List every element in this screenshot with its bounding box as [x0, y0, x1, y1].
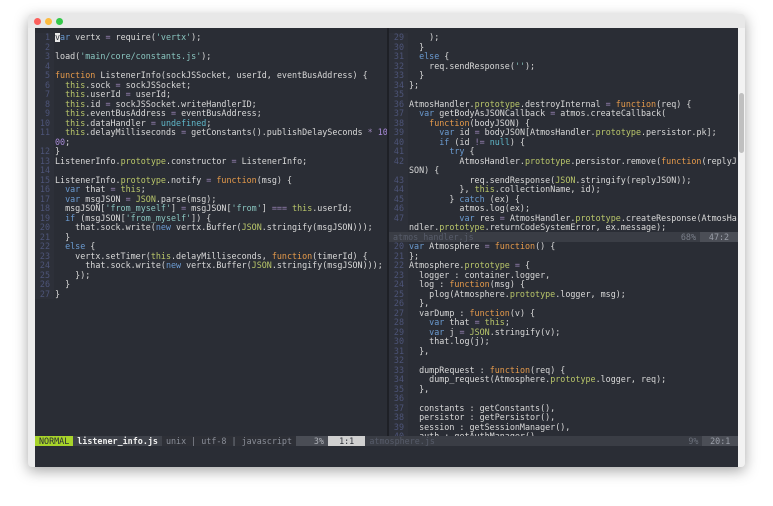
right-top-pane-atmos-handler[interactable]: 29 ); 30 } 31 else {32 req.sendResponse(''…	[389, 33, 738, 232]
file-percent: 3%	[296, 436, 328, 446]
mode-indicator: NORMAL	[35, 436, 74, 446]
code-line: 27}	[35, 288, 387, 299]
atmos-handler-filename: atmos_handler.js	[393, 232, 474, 242]
code-line: 20 that.sock.write(new vertx.Buffer(JSON…	[35, 222, 387, 233]
code-line: 00;	[35, 137, 387, 147]
close-button[interactable]	[34, 18, 41, 25]
zoom-button[interactable]	[56, 18, 63, 25]
line-number: 47	[389, 213, 408, 223]
code-line: 11 this.delayMilliseconds = getConstants…	[35, 127, 387, 138]
code-line: 33 }	[389, 70, 738, 81]
code-text: var Atmosphere = function() {	[409, 242, 556, 251]
atmosphere-filename: atmosphere.js	[365, 436, 685, 446]
code-text: },	[409, 345, 430, 356]
right-bottom-pane-atmosphere[interactable]: 20 var Atmosphere = function() {21}; 22 Atm…	[389, 242, 738, 446]
code-line: 29 );	[389, 33, 738, 43]
code-text: dump_request(Atmosphere.prototype.logger…	[409, 374, 667, 384]
title-bar	[28, 14, 745, 28]
line-number: 11	[35, 127, 54, 138]
line-number: 27	[35, 289, 54, 299]
vim-editor[interactable]: 1 var vertx = require('vertx'); 2 3 load('ma…	[35, 28, 738, 467]
code-text: ListenerInfo.prototype.constructor = Lis…	[55, 155, 308, 166]
code-line: 26 }	[35, 279, 387, 290]
left-pane-listener-info[interactable]: 1 var vertx = require('vertx'); 2 3 load('ma…	[35, 33, 387, 446]
code-text: that.sock.write(new vertx.Buffer(JSON.st…	[55, 222, 373, 232]
atmos-handler-statusline: atmos_handler.js 68% 47:2	[389, 232, 738, 242]
atmosphere-position: 20:1	[702, 436, 738, 446]
current-filename: listener_info.js	[73, 436, 162, 446]
cursor-position: 1:1	[327, 436, 366, 446]
code-text: AtmosHandler.prototype.persistor.remove(…	[409, 155, 737, 166]
minimize-button[interactable]	[45, 18, 52, 25]
window-scrollbar[interactable]	[738, 28, 745, 467]
command-line[interactable]	[35, 446, 738, 467]
code-line: 35 },	[389, 383, 738, 394]
code-text: },	[409, 383, 430, 394]
atmos-handler-percent: 68%	[680, 232, 696, 242]
code-text: that.sock.write(new vertx.Buffer(JSON.st…	[55, 260, 383, 270]
atmos-handler-position: 47:2	[700, 232, 738, 242]
code-line: 3 load('main/core/constants.js');	[35, 51, 387, 62]
code-text: };	[409, 79, 420, 90]
code-line: 13 ListenerInfo.prototype.constructor = L…	[35, 155, 387, 166]
code-text: }	[55, 288, 61, 299]
code-line: 1 var vertx = require('vertx');	[35, 33, 387, 43]
statusline: NORMAL listener_info.js unix | utf-8 | j…	[35, 436, 738, 446]
code-text: load('main/core/constants.js');	[55, 51, 212, 61]
code-text: ndler.prototype.returnCodeSystemError, e…	[409, 222, 667, 232]
code-line: 32 req.sendResponse('');	[389, 60, 738, 71]
code-line: ndler.prototype.returnCodeSystemError, e…	[389, 222, 738, 232]
code-text: req.sendResponse('');	[409, 60, 536, 71]
code-line: 30 that.log(j);	[389, 336, 738, 347]
code-text: var vertx = require('vertx');	[55, 33, 202, 42]
code-line: 31 },	[389, 345, 738, 356]
code-line: 25 });	[35, 270, 387, 280]
scrollbar-thumb[interactable]	[739, 93, 744, 153]
file-info: unix | utf-8 | javascript	[161, 436, 297, 446]
atmosphere-percent: 9%	[684, 436, 703, 446]
code-text: plog(Atmosphere.prototype.logger, msg);	[409, 288, 626, 299]
code-text: this.delayMilliseconds = getConstants().…	[65, 127, 387, 137]
line-number: 42	[389, 156, 408, 166]
code-line: 34 dump_request(Atmosphere.prototype.log…	[389, 374, 738, 385]
code-line: 25 plog(Atmosphere.prototype.logger, msg…	[389, 288, 738, 299]
code-line: 34};	[389, 79, 738, 90]
line-number	[389, 223, 408, 232]
terminal-window: 1 var vertx = require('vertx'); 2 3 load('ma…	[28, 14, 745, 467]
code-line: 42 AtmosHandler.prototype.persistor.remo…	[389, 155, 738, 166]
code-line: 20 var Atmosphere = function() {	[389, 242, 738, 252]
